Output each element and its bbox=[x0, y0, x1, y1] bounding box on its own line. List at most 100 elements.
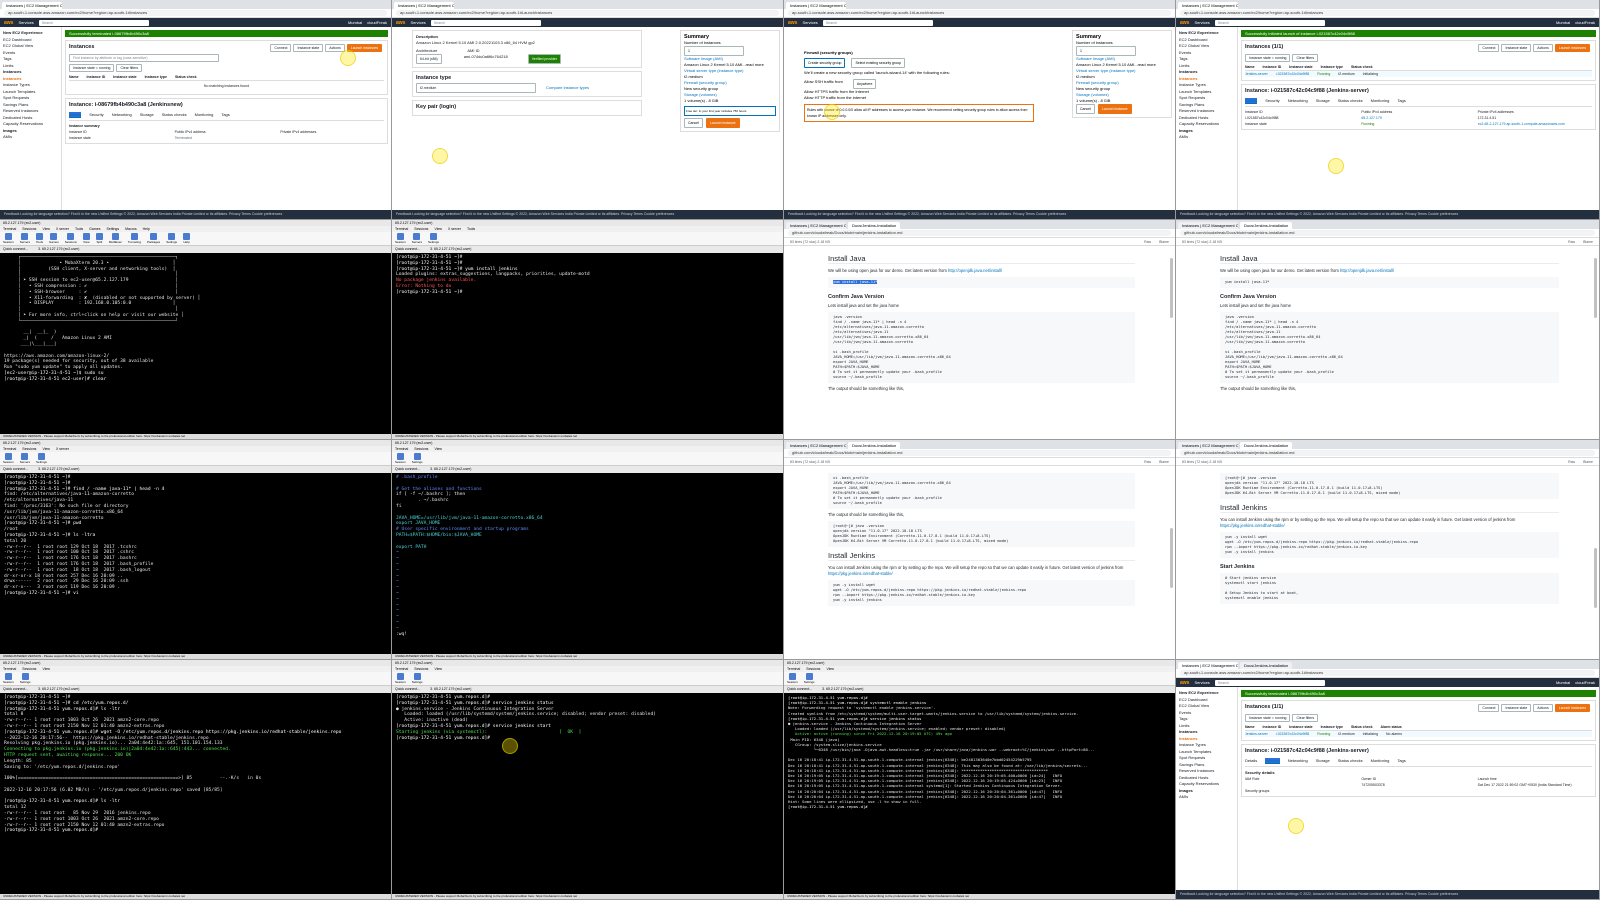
session-tab[interactable]: 3. 65.2.127.179 (ec2-user) bbox=[430, 466, 471, 473]
tab-networking[interactable]: Networking bbox=[1288, 758, 1308, 764]
user-menu[interactable]: cloudFreak bbox=[1575, 680, 1595, 685]
servers-button[interactable]: Servers bbox=[20, 233, 30, 244]
launch-instances-button[interactable]: Launch instances bbox=[1554, 44, 1590, 52]
menu-item[interactable]: Sessions bbox=[414, 446, 428, 452]
scrollbar[interactable] bbox=[1594, 548, 1597, 608]
session-button[interactable]: Session bbox=[395, 673, 406, 684]
column-header[interactable]: Status check bbox=[1351, 725, 1373, 729]
aws-search-input[interactable]: Search bbox=[38, 19, 149, 26]
menu-item[interactable]: Help bbox=[143, 226, 150, 232]
tab-monitoring[interactable]: Monitoring bbox=[1371, 758, 1390, 764]
blame-button[interactable]: Blame bbox=[1583, 458, 1593, 465]
menu-item[interactable]: X server bbox=[56, 446, 69, 452]
terminal-output[interactable]: [root@ip-172-31-4-51 yum.repos.d]# [root@… bbox=[784, 693, 1175, 894]
column-header[interactable]: Instance ID bbox=[1263, 65, 1282, 69]
column-header[interactable]: Instance ID bbox=[1263, 725, 1282, 729]
scrollbar[interactable] bbox=[1170, 258, 1173, 318]
raw-button[interactable]: Raw bbox=[1144, 238, 1151, 245]
settings-button[interactable]: Settings bbox=[412, 673, 423, 684]
clear-filters-button[interactable]: Clear filters bbox=[1292, 54, 1319, 62]
instance-state-button[interactable]: Instance state bbox=[1501, 704, 1532, 712]
filter-chip[interactable]: Instance state = running bbox=[1245, 54, 1291, 62]
services-menu[interactable]: Services bbox=[802, 20, 817, 25]
session-tab[interactable]: 3. 65.2.127.179 (ec2-user) bbox=[38, 466, 79, 473]
terminal-output[interactable]: [root@ip-172-31-4-51 ~]# [root@ip-172-31-… bbox=[392, 253, 783, 434]
tab-details[interactable]: Details bbox=[69, 112, 82, 118]
menu-item[interactable]: Sessions bbox=[414, 666, 428, 672]
jenkins-link[interactable]: https://pkg.jenkins.io/redhat-stable/ bbox=[828, 571, 893, 576]
column-header[interactable]: Instance state bbox=[1289, 725, 1312, 729]
address-bar[interactable]: ap-south-1.console.aws.amazon.com/ec2/ho… bbox=[788, 10, 1171, 16]
terminal-output[interactable]: [root@ip-172-31-4-51 ~]# [root@ip-172-31-… bbox=[0, 693, 391, 894]
menu-item[interactable]: Sessions bbox=[22, 666, 36, 672]
address-bar[interactable]: ap-south-1.console.aws.amazon.com/ec2/ho… bbox=[396, 10, 779, 16]
blame-button[interactable]: Blame bbox=[1159, 458, 1169, 465]
games-button[interactable]: Games bbox=[49, 233, 59, 244]
split-button[interactable]: Split bbox=[95, 233, 103, 244]
menu-item[interactable]: View bbox=[434, 226, 442, 232]
connect-button[interactable]: Connect bbox=[1478, 704, 1500, 712]
column-header[interactable]: Name bbox=[1245, 65, 1255, 69]
menu-item[interactable]: Sessions bbox=[806, 666, 820, 672]
aws-search-input[interactable]: Search bbox=[1214, 19, 1325, 26]
scrollbar[interactable] bbox=[1594, 258, 1597, 318]
menu-item[interactable]: Tools bbox=[467, 226, 475, 232]
terminal-output[interactable]: [root@ip-172-31-4-51 ~]# [root@ip-172-31-… bbox=[0, 473, 391, 654]
filter-chip[interactable]: Instance state = running bbox=[69, 64, 115, 72]
browser-tab[interactable]: Instances | EC2 Management Co bbox=[1178, 662, 1238, 669]
user-menu[interactable]: cloudFreak bbox=[367, 20, 387, 25]
clear-filters-button[interactable]: Clear filters bbox=[116, 64, 143, 72]
blame-button[interactable]: Blame bbox=[1583, 238, 1593, 245]
cancel-button[interactable]: Cancel bbox=[1076, 104, 1095, 114]
tab-security[interactable]: Security bbox=[1265, 98, 1279, 104]
menu-item[interactable]: Terminal bbox=[395, 226, 408, 232]
browser-tab[interactable]: Docs/Jenkins-Installation bbox=[1240, 662, 1293, 669]
jenkins-link[interactable]: https://pkg.jenkins.io/redhat-stable/ bbox=[1220, 523, 1285, 528]
quick-connect-input[interactable]: Quick connect... bbox=[787, 686, 812, 693]
tab-storage[interactable]: Storage bbox=[1316, 758, 1330, 764]
services-menu[interactable]: Services bbox=[1194, 20, 1209, 25]
tab-status-checks[interactable]: Status checks bbox=[162, 112, 187, 118]
browser-tab[interactable]: Instances | EC2 Management Co bbox=[394, 2, 454, 9]
tools-button[interactable]: Tools bbox=[36, 233, 43, 244]
address-bar[interactable]: github.com/cloudafreak/Docs/blob/main/je… bbox=[788, 230, 1171, 236]
table-row[interactable]: Jenkins-server i-021587c42c04c9f88 Running… bbox=[1245, 731, 1592, 737]
menu-item[interactable]: X server bbox=[56, 226, 69, 232]
raw-button[interactable]: Raw bbox=[1568, 458, 1575, 465]
menu-item[interactable]: Terminal bbox=[787, 666, 800, 672]
tab-security[interactable]: Security bbox=[1265, 758, 1280, 764]
quick-connect-input[interactable]: Quick connect... bbox=[3, 686, 28, 693]
menu-item[interactable]: Sessions bbox=[414, 226, 428, 232]
region-selector[interactable]: Mumbai bbox=[348, 20, 362, 25]
session-button[interactable]: Session bbox=[3, 233, 14, 244]
column-header[interactable]: Instance type bbox=[1321, 65, 1343, 69]
actions-button[interactable]: Actions bbox=[1533, 44, 1553, 52]
menu-item[interactable]: Sessions bbox=[22, 226, 36, 232]
blame-button[interactable]: Blame bbox=[1159, 238, 1169, 245]
tab-tags[interactable]: Tags bbox=[221, 112, 229, 118]
sidenav-item[interactable]: AMIs bbox=[1179, 134, 1234, 141]
menu-item[interactable]: Macros bbox=[125, 226, 136, 232]
column-header[interactable]: Status check bbox=[175, 75, 197, 79]
browser-tab[interactable]: Instances | EC2 Management Co bbox=[2, 2, 62, 9]
address-bar[interactable]: github.com/cloudafreak/Docs/blob/main/je… bbox=[1180, 230, 1595, 236]
tab-networking[interactable]: Networking bbox=[1288, 98, 1308, 104]
instance-name[interactable]: Jenkins-server bbox=[1245, 732, 1268, 736]
menu-item[interactable]: Settings bbox=[106, 226, 119, 232]
browser-tab[interactable]: Docs/Jenkins-Installation bbox=[1240, 442, 1293, 449]
quick-connect-input[interactable]: Quick connect... bbox=[395, 246, 420, 253]
menu-item[interactable]: Terminal bbox=[3, 226, 16, 232]
openjdk-link[interactable]: http://openjdk.java.net/install/ bbox=[948, 268, 1002, 273]
filter-input[interactable]: Find instance by attribute or tag (case-… bbox=[69, 54, 219, 62]
address-bar[interactable]: ap-south-1.console.aws.amazon.com/ec2/ho… bbox=[1180, 670, 1595, 676]
menu-item[interactable]: Terminal bbox=[3, 666, 16, 672]
quick-connect-input[interactable]: Quick connect... bbox=[3, 466, 28, 473]
browser-tab[interactable]: Instances | EC2 Management Co bbox=[1178, 222, 1238, 229]
ssh-source-select[interactable]: Anywhere bbox=[852, 79, 877, 89]
instance-id[interactable]: i-021587c42c04c9f88 bbox=[1276, 732, 1309, 736]
browser-tab[interactable]: Instances | EC2 Management Co bbox=[786, 2, 846, 9]
tab-tags[interactable]: Tags bbox=[1397, 98, 1405, 104]
clear-filters-button[interactable]: Clear filters bbox=[1292, 714, 1319, 722]
connect-button[interactable]: Connect bbox=[270, 44, 292, 52]
instance-state-button[interactable]: Instance state bbox=[293, 44, 324, 52]
